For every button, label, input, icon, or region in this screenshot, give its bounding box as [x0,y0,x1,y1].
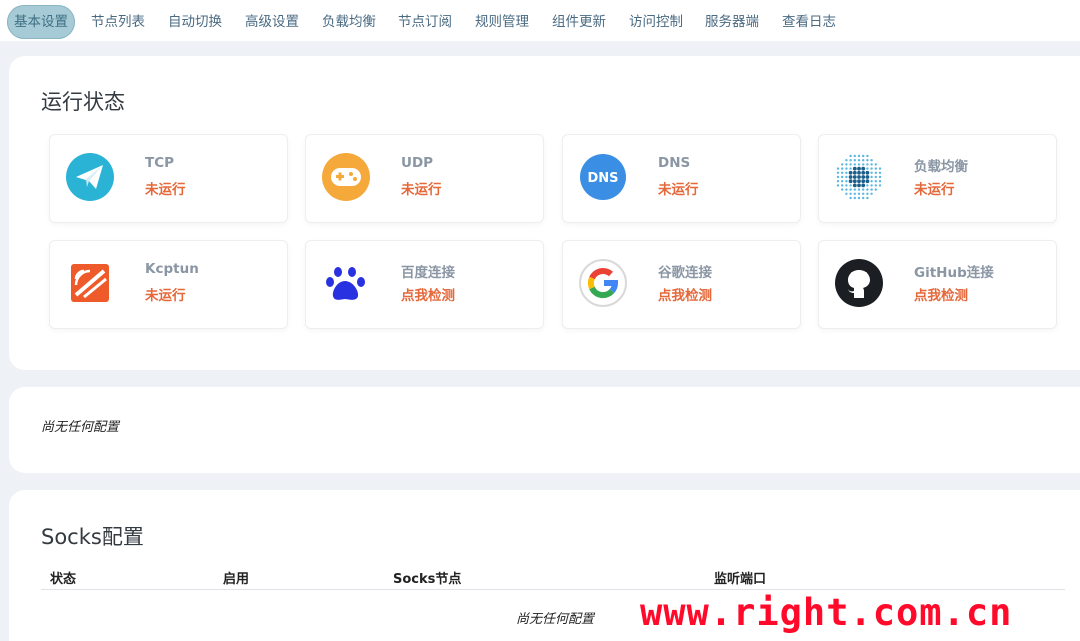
gamepad-icon [320,151,372,203]
tab-bar: 基本设置 节点列表 自动切换 高级设置 负载均衡 节点订阅 规则管理 组件更新 … [0,0,1080,41]
status-card-tcp: TCP 未运行 [49,134,288,223]
column-header-listen-port: 监听端口 [714,572,767,587]
status-card-load-balance: 负载均衡 未运行 [818,134,1057,223]
tab-node-list[interactable]: 节点列表 [83,5,153,39]
tab-server[interactable]: 服务器端 [697,5,767,39]
column-header-status: 状态 [50,572,77,587]
dns-icon-text: DNS [587,171,618,186]
kcptun-icon [64,257,116,309]
tab-component-update[interactable]: 组件更新 [544,5,614,39]
card-name: GitHub连接 [914,265,994,281]
card-name: Kcptun [145,261,199,277]
card-name: 负载均衡 [914,159,968,175]
paper-plane-icon [64,151,116,203]
card-status: 未运行 [145,288,186,304]
status-card-baidu: 百度连接 点我检测 [305,240,544,329]
tab-access-control[interactable]: 访问控制 [621,5,691,39]
github-icon [833,257,885,309]
status-card-google: 谷歌连接 点我检测 [562,240,801,329]
column-header-socks-node: Socks节点 [393,572,462,587]
empty-config-text: 尚无任何配置 [41,420,120,435]
check-github-button[interactable]: 点我检测 [914,284,968,304]
card-status: 未运行 [401,182,442,198]
status-panel-title: 运行状态 [41,90,125,114]
status-card-udp: UDP 未运行 [305,134,544,223]
socks-empty-text: 尚无任何配置 [516,612,595,627]
tab-advanced-settings[interactable]: 高级设置 [237,5,307,39]
card-name: DNS [658,155,691,171]
tab-auto-switch[interactable]: 自动切换 [160,5,230,39]
table-header-divider [41,589,1065,590]
config-panel: 尚无任何配置 [9,387,1080,473]
tab-node-subscribe[interactable]: 节点订阅 [390,5,460,39]
card-status: 未运行 [914,182,955,198]
site-watermark: www.right.com.cn [640,591,1013,634]
status-panel: 运行状态 TCP 未运行 UDP 未运行 DNS DNS 未运行 负载均衡 未运… [9,56,1080,370]
tab-load-balance[interactable]: 负载均衡 [314,5,384,39]
tab-basic-settings[interactable]: 基本设置 [7,5,75,39]
tab-rule-management[interactable]: 规则管理 [467,5,537,39]
card-status: 未运行 [145,182,186,198]
baidu-paw-icon [320,257,372,309]
status-card-github: GitHub连接 点我检测 [818,240,1057,329]
column-header-enabled: 启用 [223,572,250,587]
google-icon [577,257,629,309]
card-status: 未运行 [658,182,699,198]
card-name: 百度连接 [401,265,455,281]
status-card-kcptun: Kcptun 未运行 [49,240,288,329]
check-google-button[interactable]: 点我检测 [658,284,712,304]
socks-panel-title: Socks配置 [41,525,144,549]
card-name: TCP [145,155,175,171]
card-name: 谷歌连接 [658,265,712,281]
check-baidu-button[interactable]: 点我检测 [401,284,455,304]
load-balance-icon [833,151,885,203]
dns-icon: DNS [577,151,629,203]
status-card-dns: DNS DNS 未运行 [562,134,801,223]
card-name: UDP [401,155,434,171]
tab-view-log[interactable]: 查看日志 [774,5,844,39]
